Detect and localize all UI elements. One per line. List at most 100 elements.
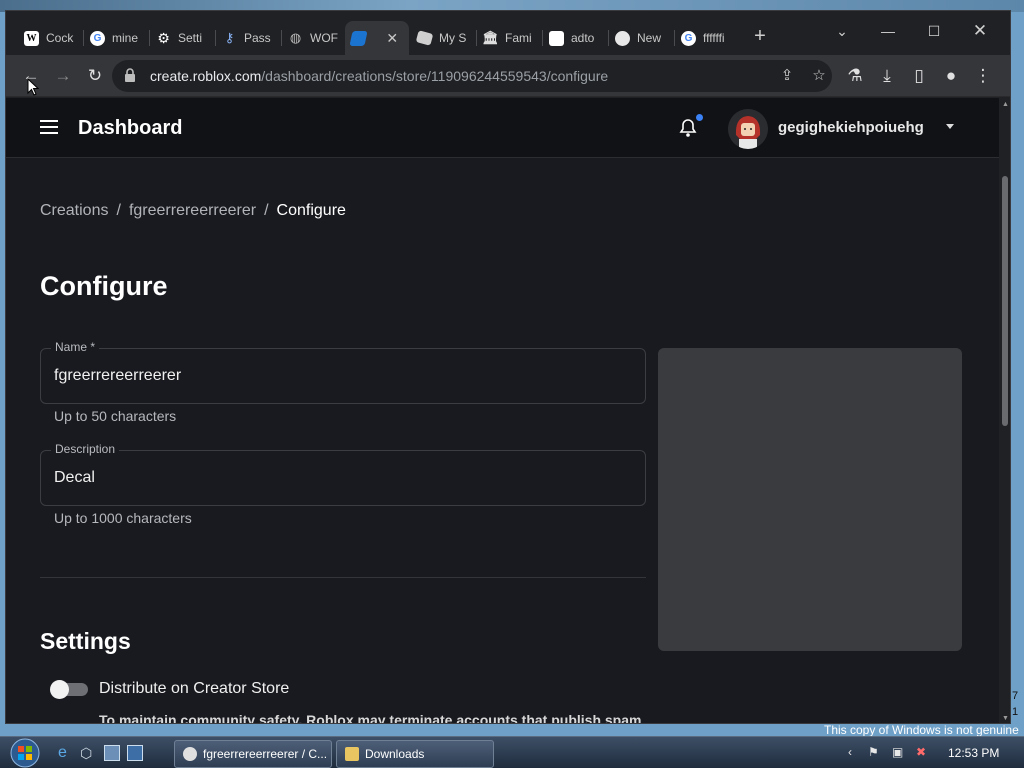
- app-header: Dashboard gegighekiehpoiuehg: [6, 98, 999, 158]
- taskbar-clock[interactable]: 12:53 PM: [948, 746, 999, 760]
- name-field-value[interactable]: fgreerrereerreerer: [54, 367, 181, 385]
- username[interactable]: gegighekiehpoiuehg: [778, 119, 924, 136]
- toggle-knob: [50, 680, 69, 699]
- tab-label: New: [637, 31, 662, 45]
- description-field-hint: Up to 1000 characters: [54, 510, 192, 526]
- tab-label: ffffffi: [703, 31, 725, 45]
- tab-label: My S: [439, 31, 467, 45]
- hamburger-menu-icon[interactable]: [40, 120, 58, 134]
- tab-wikipedia[interactable]: W Cock: [18, 25, 84, 51]
- bookmark-star-icon[interactable]: ☆: [808, 65, 830, 87]
- tab-label: Cock: [46, 31, 74, 45]
- chrome-icon: [615, 30, 630, 46]
- settings-heading: Settings: [40, 628, 131, 654]
- page-content: Dashboard gegighekiehpoiuehg Creations /…: [6, 98, 999, 724]
- volume-muted-icon[interactable]: ✖: [916, 745, 926, 759]
- wikipedia-icon: W: [24, 30, 39, 46]
- breadcrumb-item-name[interactable]: fgreerrereerreerer: [129, 202, 256, 219]
- tab-label: adto: [571, 31, 595, 45]
- safety-notice: To maintain community safety, Roblox may…: [99, 712, 642, 724]
- tab-label: WOF: [310, 31, 338, 45]
- gear-icon: ⚙: [157, 29, 170, 46]
- scroll-up-arrow-icon[interactable]: ▲: [1002, 101, 1009, 108]
- google-icon: G: [90, 30, 105, 46]
- taskbar: e ⬡ fgreerrereerreerer / C... Downloads …: [0, 736, 1024, 768]
- key-icon: ⚷: [224, 30, 235, 45]
- description-field-value[interactable]: Decal: [54, 469, 95, 487]
- tab-family[interactable]: 🏛 Fami: [477, 25, 543, 51]
- scroll-down-arrow-icon[interactable]: ▼: [1002, 715, 1009, 722]
- tab-search-button[interactable]: ⌄: [820, 17, 864, 45]
- network-icon[interactable]: ▣: [892, 745, 903, 759]
- windows-watermark: This copy of Windows is not genuine: [824, 723, 1019, 737]
- share-icon[interactable]: ⇪: [776, 65, 798, 87]
- folder-icon: [345, 747, 359, 761]
- tab-passwords[interactable]: ⚷ Pass: [216, 25, 282, 51]
- new-tab-button[interactable]: +: [749, 26, 771, 48]
- browser-window: W Cock G mine ⚙ Setti ⚷ Pass ◍ WOF ✕ My …: [5, 10, 1011, 724]
- forward-button[interactable]: →: [50, 63, 76, 89]
- tab-settings[interactable]: ⚙ Setti: [150, 25, 216, 51]
- name-field-hint: Up to 50 characters: [54, 408, 177, 424]
- tab-new[interactable]: New: [609, 25, 675, 51]
- description-field[interactable]: Description Decal: [40, 442, 646, 506]
- browser-menu-icon[interactable]: ⋮: [970, 63, 996, 89]
- avatar-image: [728, 109, 768, 149]
- download-icon[interactable]: ⤓: [874, 63, 900, 89]
- desktop-icon[interactable]: [104, 745, 120, 761]
- bank-icon: 🏛: [482, 30, 499, 45]
- lock-icon[interactable]: [122, 67, 138, 83]
- tab-adto[interactable]: adto: [543, 25, 609, 51]
- close-window-button[interactable]: ✕: [958, 17, 1002, 45]
- notification-bell-icon[interactable]: [678, 118, 698, 138]
- tray-expand-icon[interactable]: ‹: [848, 745, 852, 759]
- desktop-side-text: 7 1: [1012, 690, 1019, 718]
- notification-dot: [696, 114, 703, 121]
- name-field[interactable]: Name * fgreerrereerreerer: [40, 340, 646, 404]
- tab-google-1[interactable]: G mine: [84, 25, 150, 51]
- internet-explorer-icon[interactable]: e: [58, 745, 74, 761]
- tab-my-roblox[interactable]: My S: [411, 25, 477, 51]
- distribute-toggle[interactable]: [50, 680, 88, 699]
- blank-page-icon: [549, 30, 564, 46]
- maximize-button[interactable]: ☐: [912, 17, 956, 45]
- globe-icon: ◍: [289, 30, 302, 45]
- taskbar-downloads-task[interactable]: Downloads: [336, 740, 494, 768]
- tab-label: Pass: [244, 31, 271, 45]
- app-title[interactable]: Dashboard: [78, 117, 182, 140]
- scrollbar-thumb[interactable]: [1002, 176, 1008, 426]
- breadcrumb-creations[interactable]: Creations: [40, 202, 108, 219]
- action-center-flag-icon[interactable]: ⚑: [868, 745, 879, 759]
- box-app-icon[interactable]: ⬡: [80, 745, 96, 761]
- description-field-label: Description: [51, 442, 120, 456]
- tab-wof[interactable]: ◍ WOF: [282, 25, 345, 51]
- reload-button[interactable]: ↻: [82, 63, 108, 89]
- tab-google-2[interactable]: G ffffffi: [675, 25, 741, 51]
- mouse-cursor-icon: [27, 78, 39, 96]
- labs-flask-icon[interactable]: ⚗: [842, 63, 868, 89]
- start-button-icon[interactable]: [6, 737, 44, 768]
- taskbar-chrome-task[interactable]: fgreerrereerreerer / C...: [174, 740, 332, 768]
- google-icon: G: [681, 30, 696, 46]
- breadcrumb: Creations / fgreerrereerreerer / Configure: [40, 202, 346, 219]
- page-scrollbar[interactable]: ▲ ▼: [999, 98, 1010, 723]
- tab-close-button[interactable]: ✕: [386, 30, 398, 47]
- window-switcher-icon[interactable]: [127, 745, 143, 761]
- breadcrumb-current: Configure: [276, 202, 346, 219]
- section-divider: [40, 577, 646, 578]
- chrome-icon: [183, 747, 197, 761]
- tab-label: Setti: [178, 31, 203, 45]
- distribute-label: Distribute on Creator Store: [99, 680, 290, 697]
- tab-roblox-active[interactable]: ✕: [345, 21, 409, 55]
- url-text[interactable]: create.roblox.com/dashboard/creations/st…: [150, 68, 608, 84]
- tab-label: [373, 31, 376, 45]
- account-dropdown-caret-icon[interactable]: [946, 124, 954, 129]
- profile-icon[interactable]: ●: [938, 63, 964, 89]
- side-panel-icon[interactable]: ▯: [906, 63, 932, 89]
- tab-strip: W Cock G mine ⚙ Setti ⚷ Pass ◍ WOF ✕ My …: [6, 11, 1010, 55]
- minimize-button[interactable]: —: [866, 17, 910, 45]
- tab-label: Fami: [505, 31, 532, 45]
- address-bar[interactable]: create.roblox.com/dashboard/creations/st…: [112, 60, 832, 92]
- avatar[interactable]: [728, 109, 768, 149]
- name-field-label: Name *: [51, 340, 100, 354]
